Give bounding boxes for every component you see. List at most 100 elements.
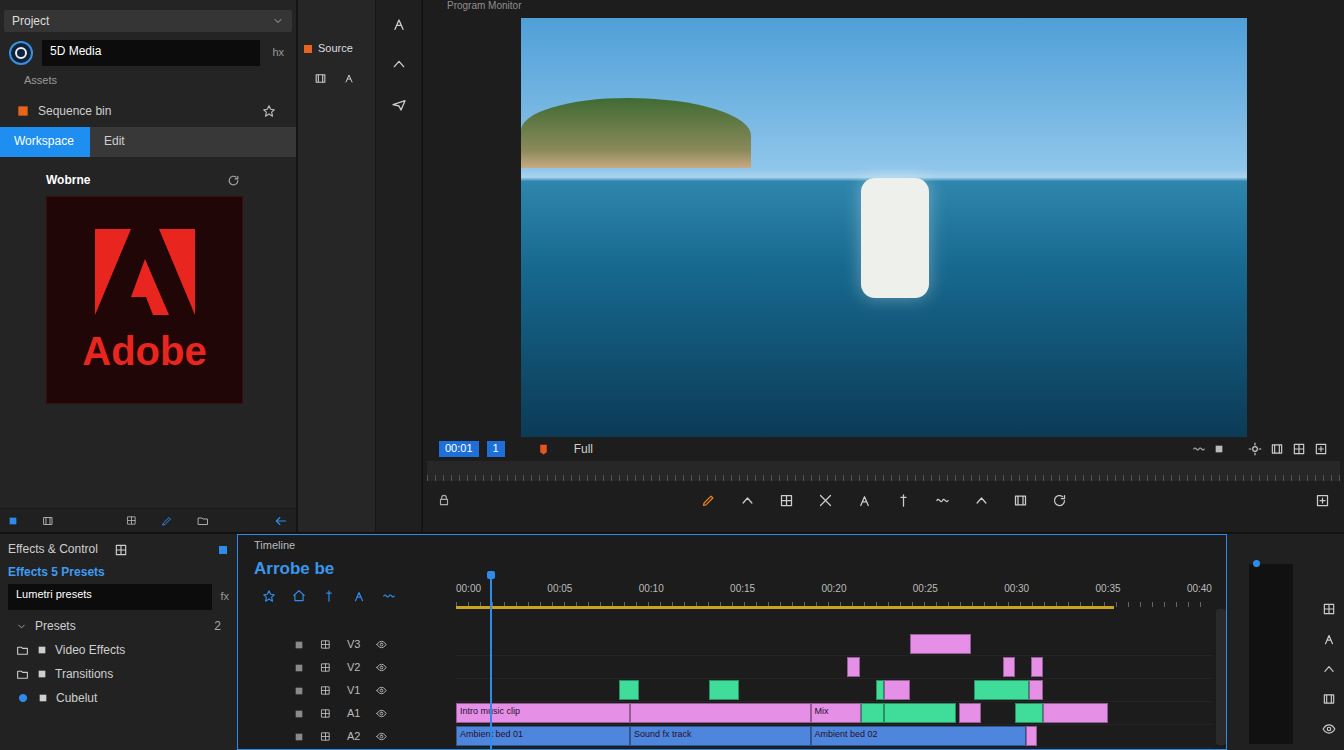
timeline-clip[interactable]	[884, 680, 910, 700]
refresh-icon[interactable]	[227, 174, 240, 187]
expand-icon[interactable]	[16, 621, 27, 632]
go-out-icon[interactable]	[935, 493, 950, 508]
linked-icon[interactable]	[292, 589, 306, 603]
toggle-icon[interactable]	[294, 709, 304, 719]
ring-icon[interactable]	[8, 40, 34, 66]
toggle-icon[interactable]	[294, 732, 304, 742]
timeline-canvas[interactable]: 00:0000:0500:1000:1500:2000:2500:3000:35…	[456, 555, 1212, 749]
quality-select[interactable]: Full	[574, 442, 593, 457]
list-view-icon[interactable]	[8, 516, 18, 526]
timeline-clip[interactable]	[1043, 703, 1107, 723]
step-forward-icon[interactable]	[896, 493, 911, 508]
search-field[interactable]: 5D Media	[42, 40, 260, 66]
toggle-icon[interactable]	[294, 640, 304, 650]
settings-icon[interactable]	[352, 589, 366, 603]
panel-menu-icon[interactable]	[217, 544, 229, 556]
timeline-clip[interactable]: Ambient bed 01	[456, 726, 630, 746]
visibility-icon[interactable]	[376, 639, 387, 650]
overwrite-icon[interactable]	[1013, 493, 1028, 508]
insert-icon[interactable]	[974, 493, 989, 508]
panel-icon[interactable]	[114, 543, 128, 557]
step-back-icon[interactable]	[818, 493, 833, 508]
visibility-icon[interactable]	[376, 662, 387, 673]
work-area-bar[interactable]	[456, 606, 1114, 609]
timeline-clip[interactable]	[959, 703, 981, 723]
sync-lock-icon[interactable]	[320, 639, 331, 650]
toggle-icon[interactable]	[294, 663, 304, 673]
effects-category[interactable]: Effects 5 Presets	[0, 565, 237, 580]
playhead[interactable]	[490, 575, 492, 749]
pencil-icon[interactable]	[161, 515, 173, 527]
visibility-icon[interactable]	[376, 708, 387, 719]
bin-row[interactable]: Sequence bin	[0, 104, 296, 119]
compare-icon[interactable]	[1292, 442, 1306, 456]
freeform-icon[interactable]	[126, 515, 137, 526]
sync-lock-icon[interactable]	[320, 662, 331, 673]
timecode[interactable]: 00:01	[439, 441, 479, 457]
project-tab[interactable]: Workspace	[0, 127, 90, 157]
captions-icon[interactable]	[382, 589, 396, 603]
mark-out-icon[interactable]	[740, 493, 755, 508]
voice-icon[interactable]	[1322, 632, 1336, 646]
add-button-icon[interactable]	[1315, 493, 1330, 508]
timeline-clip[interactable]	[910, 634, 970, 654]
marker-add-icon[interactable]	[322, 589, 336, 603]
visibility-icon[interactable]	[376, 685, 387, 696]
timeline-clip[interactable]	[974, 680, 1029, 700]
export-icon[interactable]	[1314, 442, 1328, 456]
vertical-scrollbar[interactable]	[1216, 609, 1226, 745]
play-icon[interactable]	[857, 493, 872, 508]
timeline-clip[interactable]	[709, 680, 740, 700]
timeline-clip[interactable]	[847, 657, 861, 677]
snap-icon[interactable]	[262, 589, 276, 603]
logo-card[interactable]: Adobe	[46, 196, 243, 404]
timeline-clip[interactable]	[884, 703, 957, 723]
timeline-clip[interactable]	[619, 680, 639, 700]
timeline-clip[interactable]	[861, 703, 884, 723]
project-header[interactable]: Project	[4, 10, 292, 32]
track-select-icon[interactable]	[391, 56, 407, 72]
timeline-clip[interactable]	[1015, 703, 1043, 723]
clip-icon[interactable]	[314, 72, 327, 85]
sequence-name[interactable]: Arrobe be	[238, 555, 456, 583]
timeline-clip[interactable]: Mix	[811, 703, 862, 723]
playhead-handle[interactable]	[487, 571, 495, 579]
timeline-clip[interactable]: Ambient bed 02	[811, 726, 1026, 746]
timeline-clip[interactable]: Sound fx track	[630, 726, 811, 746]
sync-icon[interactable]	[1322, 692, 1336, 706]
timeline-clip[interactable]	[1026, 726, 1037, 746]
mute-icon[interactable]	[1322, 662, 1336, 676]
timeline-clip[interactable]	[1003, 657, 1015, 677]
sync-lock-icon[interactable]	[320, 685, 331, 696]
project-tab[interactable]: Edit	[90, 127, 180, 157]
effects-item[interactable]: Presets2	[0, 614, 237, 638]
effects-item[interactable]: Transitions	[0, 662, 237, 686]
gear-icon[interactable]	[1248, 442, 1262, 456]
effects-item[interactable]: Cubelut	[0, 686, 237, 710]
safe-icon[interactable]	[1214, 444, 1224, 454]
folder-icon[interactable]	[197, 515, 209, 527]
visibility-icon[interactable]	[376, 731, 387, 742]
razor-icon[interactable]	[391, 96, 407, 112]
effects-search[interactable]: Lumetri presets	[8, 584, 212, 610]
time-ruler[interactable]: 00:0000:0500:1000:1500:2000:2500:3000:35…	[456, 583, 1212, 609]
chevron-icon[interactable]	[272, 15, 284, 27]
timeline-clip[interactable]	[630, 703, 811, 723]
marker-icon[interactable]	[537, 443, 550, 456]
star-icon[interactable]	[262, 104, 276, 118]
marker-badge[interactable]: 1	[487, 441, 505, 457]
sync-lock-icon[interactable]	[320, 731, 331, 742]
mark-in-icon[interactable]	[701, 493, 716, 508]
tool-icon[interactable]	[343, 72, 355, 84]
solo-icon[interactable]	[1322, 602, 1336, 616]
scrub-bar[interactable]	[427, 461, 1340, 481]
go-in-icon[interactable]	[779, 493, 794, 508]
view-icon[interactable]	[1322, 722, 1336, 736]
wave-icon[interactable]	[1192, 442, 1206, 456]
timeline-clip[interactable]: Intro music clip	[456, 703, 630, 723]
timeline-clip[interactable]	[1029, 680, 1043, 700]
timeline-clip[interactable]	[1031, 657, 1044, 677]
export-frame-icon[interactable]	[1052, 493, 1067, 508]
sync-lock-icon[interactable]	[320, 708, 331, 719]
toggle-icon[interactable]	[294, 686, 304, 696]
